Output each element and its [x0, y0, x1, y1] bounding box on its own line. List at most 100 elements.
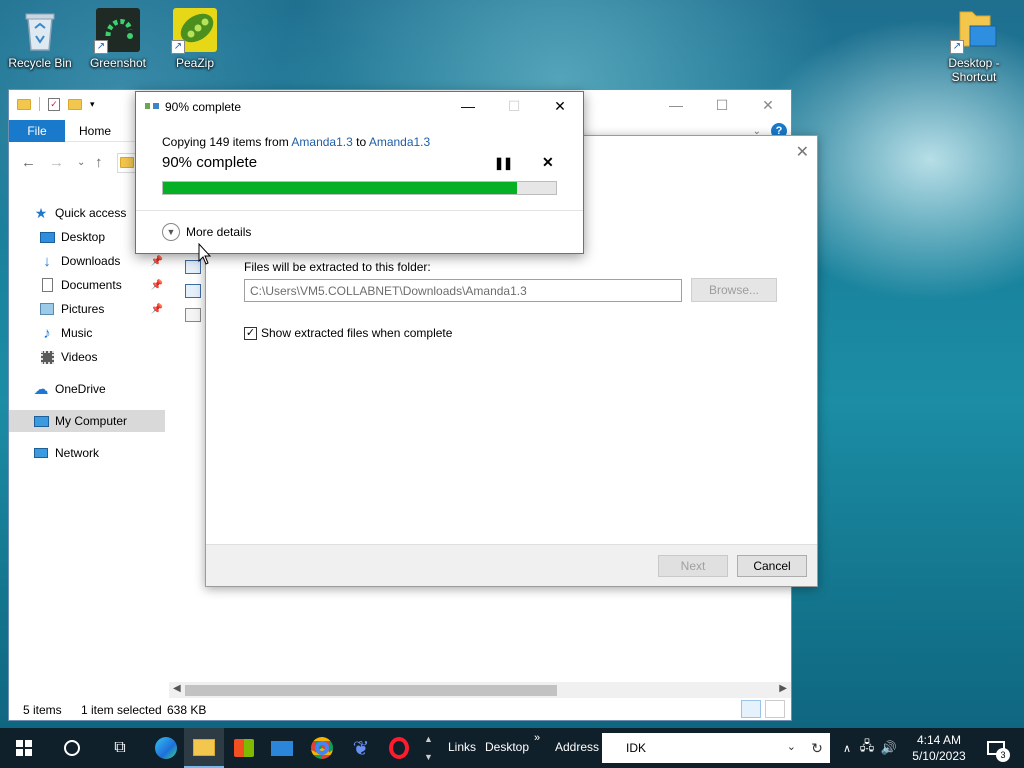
destination-path-field[interactable]: C:\Users\VM5.COLLABNET\Downloads\Amanda1…	[244, 279, 682, 302]
desktop-shortcut[interactable]: ↗ Desktop - Shortcut	[934, 6, 1014, 84]
close-button[interactable]: ✕	[537, 92, 583, 120]
download-arrow-icon: ↓	[43, 252, 51, 270]
nav-pictures[interactable]: Pictures 📌	[9, 298, 165, 320]
file-explorer-button[interactable]	[184, 728, 224, 768]
address-go-button[interactable]: ↻	[804, 733, 830, 763]
nav-music[interactable]: ♪ Music	[9, 322, 165, 344]
tab-home[interactable]: Home	[73, 120, 117, 142]
minimize-button[interactable]: —	[653, 90, 699, 120]
search-button[interactable]	[52, 728, 92, 768]
search-circle-icon	[64, 740, 80, 756]
pictures-icon	[39, 301, 55, 317]
properties-icon[interactable]: ✓	[48, 97, 60, 111]
back-arrow-icon[interactable]: ←	[21, 154, 36, 171]
nav-documents-label: Documents	[61, 278, 122, 292]
links-toolbar[interactable]: Links	[448, 740, 476, 754]
network-status-icon[interactable]: 🖧	[856, 737, 878, 759]
large-icons-view-icon[interactable]	[765, 700, 785, 718]
document-icon	[39, 277, 55, 293]
browse-button[interactable]: Browse...	[691, 278, 777, 302]
minimize-button[interactable]: —	[445, 92, 491, 120]
cloud-icon: ☁	[33, 381, 49, 398]
nav-desktop-label: Desktop	[61, 230, 106, 244]
new-folder-icon[interactable]	[68, 98, 82, 110]
chevron-down-icon[interactable]: ⌄	[787, 740, 796, 753]
more-details-toggle[interactable]: ▼ More details	[162, 223, 251, 241]
store-button[interactable]	[224, 728, 264, 768]
opera-button[interactable]	[379, 728, 419, 768]
customize-toolbar-icon[interactable]: ▾	[90, 99, 95, 110]
shortcut-arrow-icon: ↗	[950, 40, 964, 54]
chevron-up-icon[interactable]: ∧	[838, 742, 856, 755]
task-view-button[interactable]: ⧉	[100, 728, 140, 768]
status-bar: 5 items 1 item selected 638 KB	[9, 700, 791, 720]
nav-my-computer[interactable]: My Computer	[9, 410, 165, 432]
edge-button[interactable]	[146, 728, 186, 768]
scroll-right-icon[interactable]: ▶	[779, 683, 787, 694]
notifications-button[interactable]: 3	[978, 728, 1014, 768]
tab-file[interactable]: File	[9, 120, 65, 142]
nav-network[interactable]: Network	[9, 442, 165, 464]
content-file-icons	[185, 260, 201, 332]
up-arrow-icon[interactable]: ↑	[95, 154, 103, 171]
progress-bar	[162, 181, 557, 195]
maximize-button[interactable]: ☐	[699, 90, 745, 120]
nav-my-computer-label: My Computer	[55, 414, 128, 428]
scrollbar-thumb[interactable]	[185, 685, 557, 696]
status-size: 638 KB	[167, 703, 207, 717]
shortcut-arrow-icon: ↗	[171, 40, 185, 54]
source-folder-link[interactable]: Amanda1.3	[291, 135, 352, 149]
app-button[interactable]: ❦	[341, 728, 381, 768]
recent-locations-icon[interactable]: ⌄	[77, 157, 85, 168]
nav-downloads-label: Downloads	[61, 254, 121, 268]
volume-icon[interactable]: 🔊	[878, 740, 900, 756]
address-toolbar-label: Address	[555, 740, 600, 754]
cancel-button[interactable]: Cancel	[737, 555, 807, 577]
toolbar-scroll-arrows[interactable]: ▲ ▼	[424, 730, 433, 766]
clock[interactable]: 4:14 AM 5/10/2023	[905, 732, 973, 764]
nav-network-label: Network	[55, 446, 100, 460]
mail-button[interactable]	[262, 728, 302, 768]
progress-bar-fill	[163, 182, 517, 194]
close-icon[interactable]: ✕	[796, 142, 809, 162]
clock-time: 4:14 AM	[916, 733, 962, 747]
stop-icon[interactable]: ✕	[542, 154, 554, 171]
pin-icon[interactable]: 📌	[151, 280, 163, 291]
address-toolbar-value: IDK	[626, 741, 647, 755]
peazip-shortcut[interactable]: ↗ PeaZip	[155, 6, 235, 70]
greenshot-shortcut[interactable]: ↗ Greenshot	[78, 6, 158, 70]
pin-icon[interactable]: 📌	[151, 256, 163, 267]
toolbar-overflow-icon[interactable]: »	[534, 732, 540, 744]
nav-videos[interactable]: Videos	[9, 346, 165, 368]
maximize-button[interactable]: ☐	[491, 92, 537, 120]
scroll-left-icon[interactable]: ◀	[173, 683, 181, 694]
clock-date: 5/10/2023	[912, 749, 966, 763]
music-note-icon: ♪	[43, 324, 51, 342]
task-view-icon: ⧉	[114, 739, 126, 756]
address-bar[interactable]	[117, 153, 137, 173]
pause-icon[interactable]: ❚❚	[494, 156, 513, 170]
chrome-button[interactable]	[302, 728, 342, 768]
show-extracted-files-option[interactable]: ✓ Show extracted files when complete	[244, 326, 452, 340]
destination-folder-link[interactable]: Amanda1.3	[369, 135, 430, 149]
recycle-bin-shortcut[interactable]: Recycle Bin	[0, 6, 80, 70]
start-button[interactable]	[4, 728, 44, 768]
mouse-pointer-icon	[198, 243, 212, 265]
nav-onedrive[interactable]: ☁ OneDrive	[9, 378, 165, 400]
file-icon[interactable]	[185, 284, 201, 298]
pin-icon[interactable]: 📌	[151, 304, 163, 315]
desktop-shortcut-label-2: Shortcut	[951, 70, 997, 84]
network-icon	[33, 445, 49, 461]
extract-destination-label: Files will be extracted to this folder:	[244, 260, 431, 274]
forward-arrow-icon[interactable]: →	[49, 154, 64, 171]
desktop-toolbar[interactable]: Desktop	[485, 740, 529, 754]
nav-videos-label: Videos	[61, 350, 98, 364]
nav-documents[interactable]: Documents 📌	[9, 274, 165, 296]
address-toolbar-input[interactable]: IDK ⌄	[602, 733, 804, 763]
show-extracted-checkbox[interactable]: ✓	[244, 326, 257, 340]
horizontal-scrollbar[interactable]: ◀ ▶	[169, 682, 791, 698]
next-button[interactable]: Next	[658, 555, 728, 577]
close-button[interactable]: ✕	[745, 90, 791, 120]
file-icon[interactable]	[185, 308, 201, 322]
details-view-icon[interactable]	[741, 700, 761, 718]
